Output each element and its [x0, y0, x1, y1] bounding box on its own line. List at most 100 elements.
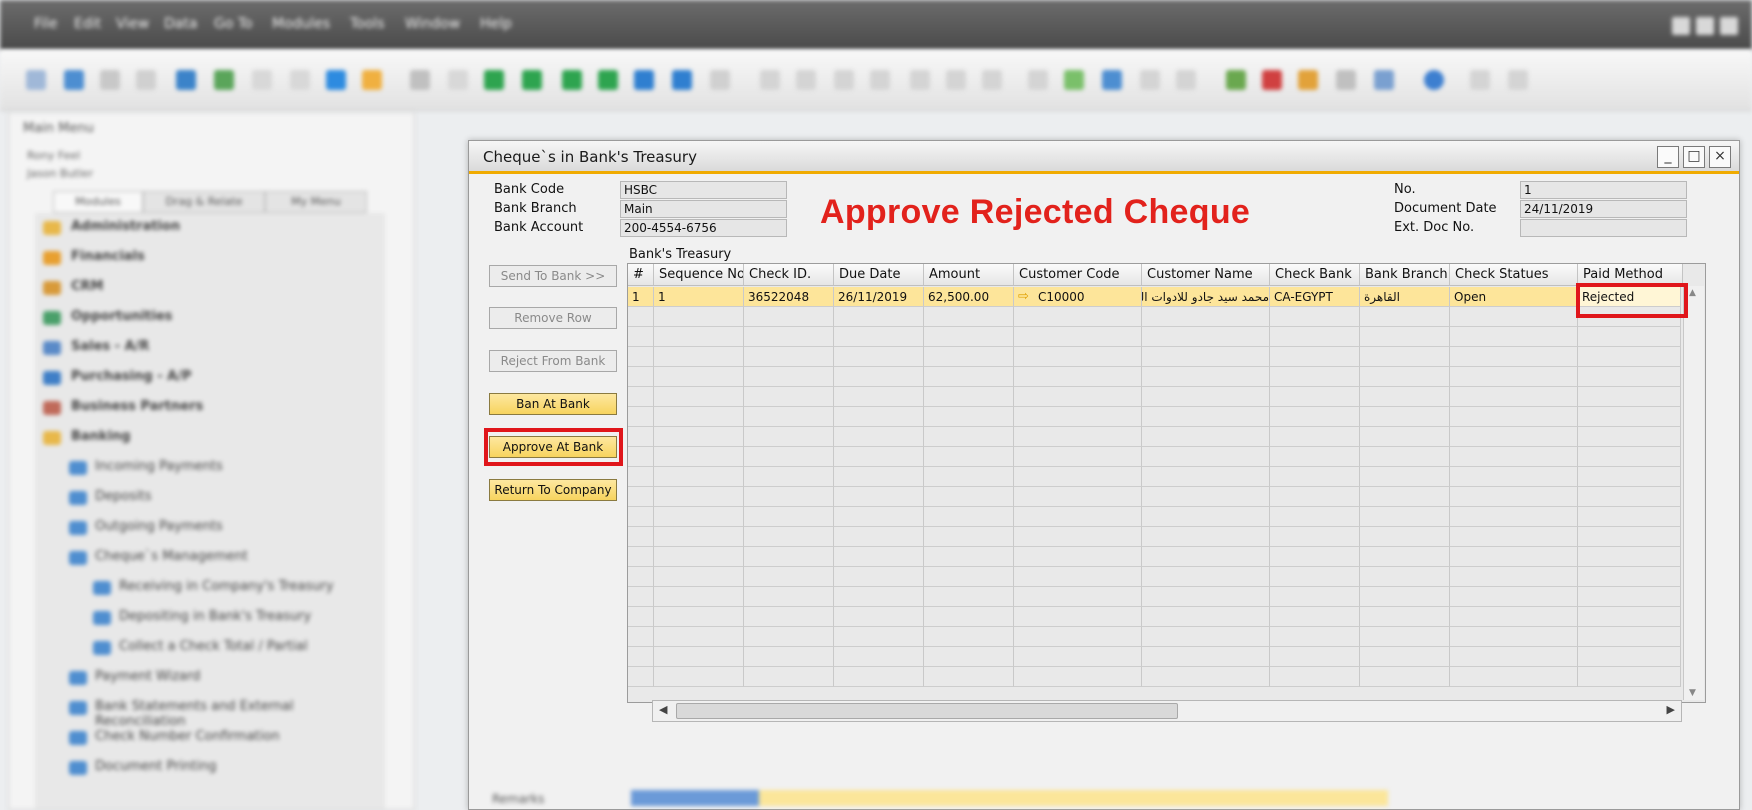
- empty-cell[interactable]: [834, 327, 924, 347]
- excel-icon[interactable]: [176, 70, 196, 90]
- empty-cell[interactable]: [1142, 607, 1270, 627]
- column-header[interactable]: Bank Branch: [1360, 264, 1450, 286]
- empty-cell[interactable]: [1142, 327, 1270, 347]
- empty-cell[interactable]: [654, 407, 744, 427]
- empty-table-row[interactable]: [628, 307, 1681, 327]
- empty-cell[interactable]: [924, 627, 1014, 647]
- empty-cell[interactable]: [1360, 447, 1450, 467]
- app-close-icon[interactable]: [1720, 17, 1738, 35]
- empty-cell[interactable]: [1578, 347, 1681, 367]
- empty-cell[interactable]: [1578, 487, 1681, 507]
- doc-icon[interactable]: [252, 70, 272, 90]
- app-restore-icon[interactable]: [1696, 17, 1714, 35]
- empty-cell[interactable]: [1014, 327, 1142, 347]
- empty-cell[interactable]: [628, 527, 654, 547]
- help-icon[interactable]: [1424, 70, 1444, 90]
- empty-cell[interactable]: [1270, 347, 1360, 367]
- empty-table-row[interactable]: [628, 347, 1681, 367]
- app-minimize-icon[interactable]: [1672, 17, 1690, 35]
- empty-cell[interactable]: [924, 387, 1014, 407]
- empty-cell[interactable]: [654, 627, 744, 647]
- empty-cell[interactable]: [744, 447, 834, 467]
- messages-icon[interactable]: [1102, 70, 1122, 90]
- empty-cell[interactable]: [628, 627, 654, 647]
- empty-cell[interactable]: [1270, 307, 1360, 327]
- empty-cell[interactable]: [924, 547, 1014, 567]
- empty-cell[interactable]: [1360, 407, 1450, 427]
- empty-cell[interactable]: [1360, 307, 1450, 327]
- settings-icon[interactable]: [362, 70, 382, 90]
- empty-cell[interactable]: [1360, 487, 1450, 507]
- empty-cell[interactable]: [1142, 367, 1270, 387]
- empty-cell[interactable]: [744, 487, 834, 507]
- empty-cell[interactable]: [834, 547, 924, 567]
- close-icon[interactable]: ×: [1709, 146, 1731, 168]
- empty-cell[interactable]: [1014, 427, 1142, 447]
- empty-cell[interactable]: [834, 527, 924, 547]
- empty-table-row[interactable]: [628, 447, 1681, 467]
- launch-icon[interactable]: [290, 70, 310, 90]
- scroll-down-icon[interactable]: ▼: [1689, 688, 1696, 698]
- empty-table-row[interactable]: [628, 607, 1681, 627]
- empty-cell[interactable]: [1014, 627, 1142, 647]
- empty-cell[interactable]: [1360, 567, 1450, 587]
- empty-cell[interactable]: [1142, 667, 1270, 687]
- empty-cell[interactable]: [654, 647, 744, 667]
- empty-cell[interactable]: [924, 407, 1014, 427]
- empty-cell[interactable]: [1360, 367, 1450, 387]
- find-icon[interactable]: [410, 70, 430, 90]
- empty-cell[interactable]: [1360, 467, 1450, 487]
- empty-cell[interactable]: [1360, 327, 1450, 347]
- column-header[interactable]: Check ID.: [744, 264, 834, 286]
- empty-cell[interactable]: [924, 667, 1014, 687]
- empty-cell[interactable]: [1014, 487, 1142, 507]
- empty-cell[interactable]: [1142, 647, 1270, 667]
- print-icon[interactable]: [64, 70, 84, 90]
- users-icon[interactable]: [1374, 70, 1394, 90]
- empty-cell[interactable]: [1014, 447, 1142, 467]
- remarks-field[interactable]: [631, 790, 1388, 806]
- column-header[interactable]: Check Statues: [1450, 264, 1578, 286]
- column-header[interactable]: Customer Name: [1142, 264, 1270, 286]
- empty-cell[interactable]: [744, 367, 834, 387]
- lock-icon[interactable]: [326, 70, 346, 90]
- empty-cell[interactable]: [834, 367, 924, 387]
- calendar-icon[interactable]: [1226, 70, 1246, 90]
- check-id-cell[interactable]: 36522048: [744, 287, 834, 307]
- empty-cell[interactable]: [1360, 427, 1450, 447]
- empty-cell[interactable]: [654, 547, 744, 567]
- empty-table-row[interactable]: [628, 587, 1681, 607]
- empty-cell[interactable]: [628, 607, 654, 627]
- horizontal-scrollbar[interactable]: ◀ ▶: [652, 700, 1682, 722]
- empty-cell[interactable]: [1360, 387, 1450, 407]
- target-document-icon[interactable]: [796, 70, 816, 90]
- empty-cell[interactable]: [1014, 567, 1142, 587]
- empty-cell[interactable]: [834, 507, 924, 527]
- empty-cell[interactable]: [924, 467, 1014, 487]
- empty-table-row[interactable]: [628, 467, 1681, 487]
- empty-cell[interactable]: [1360, 547, 1450, 567]
- empty-cell[interactable]: [744, 507, 834, 527]
- empty-cell[interactable]: [1142, 547, 1270, 567]
- empty-cell[interactable]: [924, 347, 1014, 367]
- empty-cell[interactable]: [1360, 627, 1450, 647]
- empty-cell[interactable]: [628, 407, 654, 427]
- tab-drag-relate[interactable]: Drag & Relate: [143, 191, 265, 213]
- empty-cell[interactable]: [628, 507, 654, 527]
- empty-cell[interactable]: [1450, 667, 1578, 687]
- empty-cell[interactable]: [1014, 367, 1142, 387]
- empty-table-row[interactable]: [628, 627, 1681, 647]
- tab-modules[interactable]: Modules: [53, 191, 143, 213]
- sort-icon[interactable]: [710, 70, 730, 90]
- remove-row-button[interactable]: Remove Row: [489, 307, 617, 329]
- empty-cell[interactable]: [1450, 407, 1578, 427]
- empty-cell[interactable]: [628, 487, 654, 507]
- empty-cell[interactable]: [924, 647, 1014, 667]
- scroll-right-icon[interactable]: ▶: [1667, 703, 1675, 716]
- empty-cell[interactable]: [1450, 567, 1578, 587]
- column-header[interactable]: #: [628, 264, 654, 286]
- empty-cell[interactable]: [628, 647, 654, 667]
- empty-cell[interactable]: [1014, 507, 1142, 527]
- empty-cell[interactable]: [1270, 367, 1360, 387]
- empty-cell[interactable]: [1578, 527, 1681, 547]
